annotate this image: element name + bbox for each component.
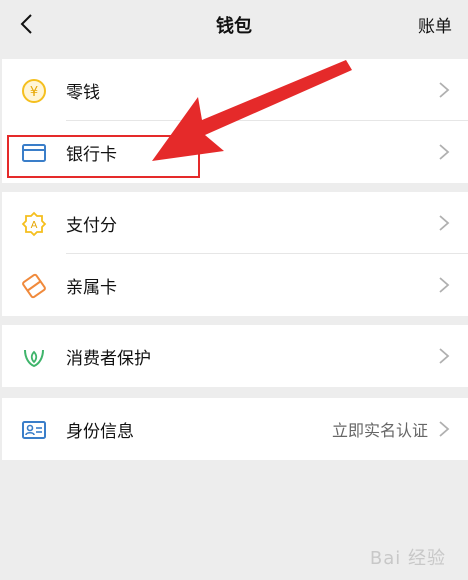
- annotation-arrow-icon: [152, 60, 352, 161]
- watermark: Bai 经验: [369, 548, 446, 569]
